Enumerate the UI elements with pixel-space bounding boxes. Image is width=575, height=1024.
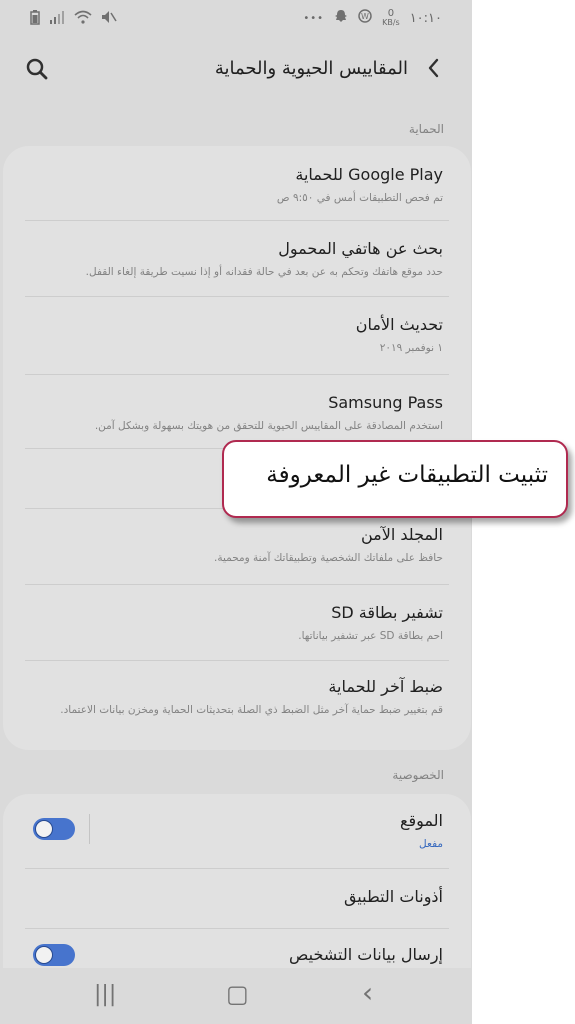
security-item-samsung-pass[interactable]: Samsung Pass استخدم المصادقة على المقايي…: [25, 392, 443, 435]
item-title: تشفير بطاقة SD: [331, 603, 443, 622]
security-item-other-settings[interactable]: ضبط آخر للحماية قم بتغيير ضبط حماية آخر …: [25, 676, 443, 719]
security-item-secure-folder[interactable]: المجلد الآمن حافظ على ملفاتك الشخصية وتط…: [25, 524, 443, 567]
clock: ١٠:١٠: [409, 10, 442, 26]
wordpress-icon: W: [358, 9, 372, 27]
divider: [25, 220, 449, 221]
back-nav-button[interactable]: ‹: [362, 976, 373, 1009]
security-item-security-update[interactable]: تحديث الأمان ١ نوفمبر ٢٠١٩: [25, 314, 443, 357]
wifi-icon: [74, 10, 92, 28]
item-subtitle: حافظ على ملفاتك الشخصية وتطبيقاتك آمنة و…: [214, 552, 443, 564]
home-button[interactable]: ▢: [226, 980, 249, 1008]
item-subtitle: ١ نوفمبر ٢٠١٩: [379, 342, 443, 354]
toggle-knob: [35, 820, 53, 838]
location-toggle[interactable]: [33, 818, 75, 840]
data-speed-indicator: 0 KB/s: [382, 9, 400, 27]
search-icon: [26, 58, 48, 80]
diagnostic-toggle[interactable]: [33, 944, 75, 966]
navigation-bar: ||| ▢ ‹: [0, 968, 472, 1024]
item-title: Samsung Pass: [328, 393, 443, 412]
chevron-left-icon: [428, 58, 439, 78]
section-label-security: الحماية: [408, 122, 444, 136]
item-title: المجلد الآمن: [361, 525, 443, 544]
privacy-item-location[interactable]: الموقع مفعل: [25, 810, 443, 853]
mute-icon: [101, 10, 117, 28]
item-status: مفعل: [419, 838, 443, 850]
recents-button[interactable]: |||: [94, 982, 116, 1007]
toggle-knob: [35, 946, 53, 964]
divider: [25, 928, 449, 929]
item-subtitle: حدد موقع هاتفك وتحكم به عن بعد في حالة ف…: [85, 266, 443, 278]
security-item-find-my-mobile[interactable]: بحث عن هاتفي المحمول حدد موقع هاتفك وتحك…: [25, 238, 443, 281]
privacy-item-app-permissions[interactable]: أذونات التطبيق: [25, 886, 443, 908]
divider: [25, 868, 449, 869]
highlight-callout[interactable]: تثبيت التطبيقات غير المعروفة: [222, 440, 568, 518]
divider: [25, 296, 449, 297]
status-bar: ••• W 0 KB/s ١٠:١٠: [0, 0, 472, 36]
item-subtitle: استخدم المصادقة على المقاييس الحيوية للت…: [94, 420, 443, 432]
item-title: بحث عن هاتفي المحمول: [278, 239, 443, 258]
section-label-privacy: الخصوصية: [392, 768, 444, 782]
divider: [25, 584, 449, 585]
item-title: ضبط آخر للحماية: [328, 677, 443, 696]
search-button[interactable]: [22, 54, 52, 84]
app-header: المقاييس الحيوية والحماية: [0, 48, 472, 92]
item-title: تحديث الأمان: [355, 315, 443, 334]
security-item-sd-encryption[interactable]: تشفير بطاقة SD احم بطاقة SD عبر تشفير بي…: [25, 602, 443, 645]
snapchat-icon: [334, 9, 348, 27]
callout-text: تثبيت التطبيقات غير المعروفة: [266, 462, 548, 488]
item-title: أذونات التطبيق: [343, 887, 443, 906]
page-title: المقاييس الحيوية والحماية: [214, 58, 408, 79]
back-button[interactable]: [422, 54, 446, 82]
signal-icon: [49, 10, 65, 28]
item-title: إرسال بيانات التشخيص: [289, 945, 443, 964]
divider: [25, 374, 449, 375]
item-subtitle: تم فحص التطبيقات أمس في ٩:٥٠ ص: [276, 192, 443, 204]
more-notifications-icon: •••: [303, 12, 325, 24]
toggle-separator: [89, 814, 90, 844]
security-item-google-play[interactable]: Google Play للحماية تم فحص التطبيقات أمس…: [25, 164, 443, 207]
item-subtitle: قم بتغيير ضبط حماية آخر مثل الضبط ذي الص…: [60, 704, 443, 716]
divider: [25, 660, 449, 661]
privacy-card: الموقع مفعل أذونات التطبيق إرسال بيانات …: [3, 794, 471, 994]
svg-text:W: W: [361, 12, 369, 21]
battery-icon: [30, 9, 40, 29]
data-speed-unit: KB/s: [382, 18, 400, 27]
item-title: الموقع: [400, 811, 443, 830]
privacy-item-send-diagnostic[interactable]: إرسال بيانات التشخيص: [25, 944, 443, 966]
item-subtitle: احم بطاقة SD عبر تشفير بياناتها.: [298, 630, 443, 642]
item-title: Google Play للحماية: [295, 165, 443, 184]
